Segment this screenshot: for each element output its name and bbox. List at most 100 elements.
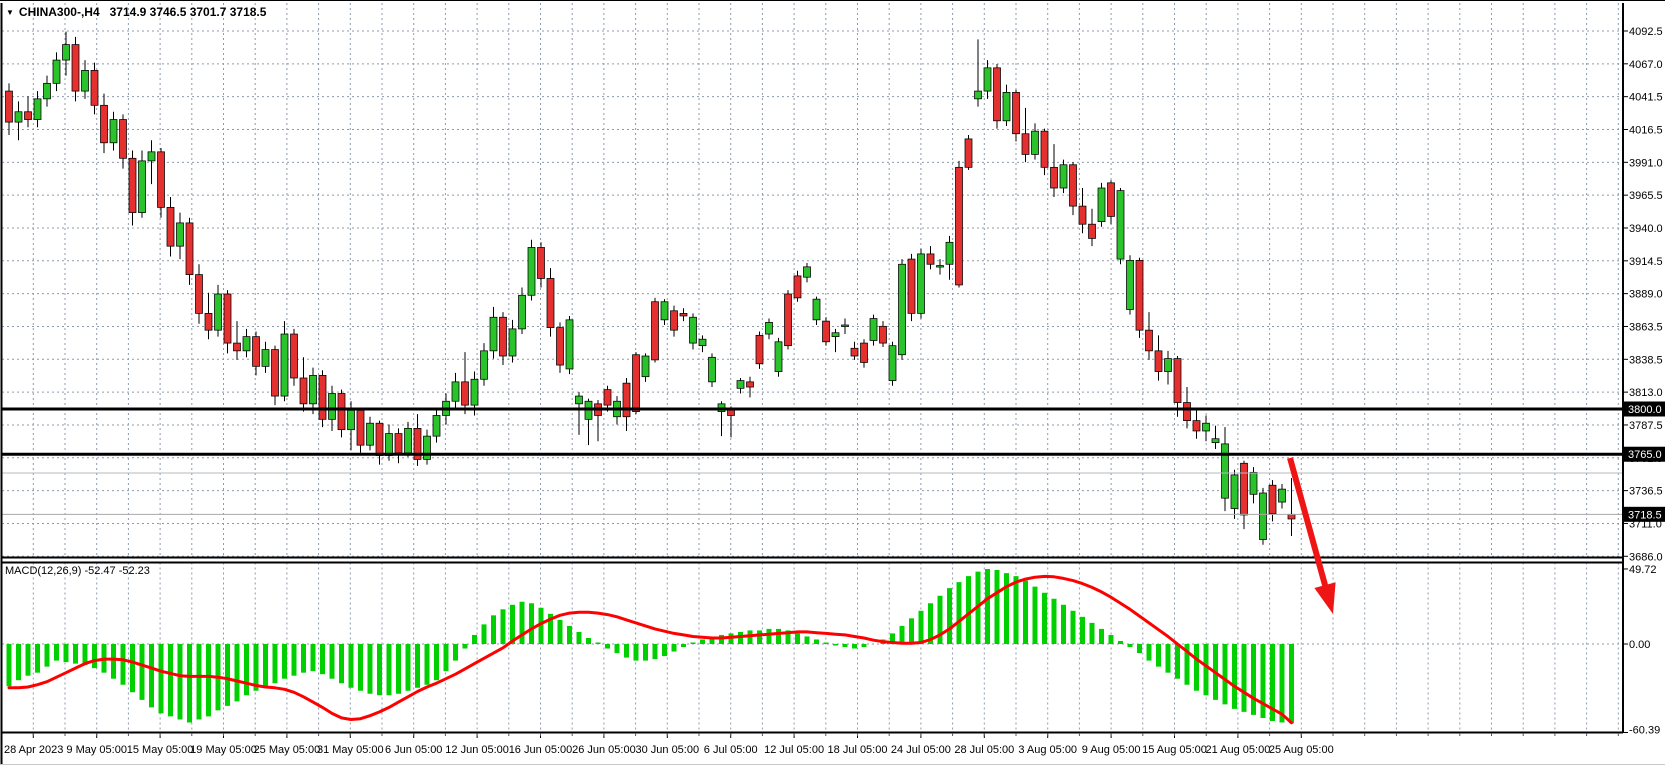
candle-bull (215, 294, 222, 330)
candle-bull (15, 112, 22, 122)
candle-bear (927, 254, 934, 264)
candle-bull (177, 223, 184, 246)
candle-bear (956, 167, 963, 285)
candle-bull (661, 302, 668, 320)
macd-scale-label: 49.72 (1629, 564, 1657, 576)
time-axis-label: 6 Jun 05:00 (385, 744, 443, 756)
price-tick-label: 4092.5 (1629, 26, 1663, 38)
candle-bear (623, 383, 630, 417)
candle-bear (652, 302, 659, 360)
candle-bull (804, 267, 811, 277)
macd-scale-label: 0.00 (1629, 639, 1650, 651)
time-axis-label: 31 May 05:00 (317, 744, 384, 756)
candle-bull (1003, 92, 1010, 120)
price-tick-label: 3686.0 (1629, 551, 1663, 563)
candle-bull (82, 70, 89, 91)
candle-bear (319, 375, 326, 419)
price-badge-label: 3800.0 (1628, 404, 1662, 416)
candle-bear (253, 337, 260, 367)
candle-bull (737, 381, 744, 389)
candle-bull (690, 317, 697, 343)
candle-bear (756, 335, 763, 363)
candle-bull (348, 410, 355, 429)
candle-bear (224, 294, 231, 343)
candle-bear (1241, 463, 1248, 515)
candle-bear (785, 294, 792, 346)
price-tick-label: 3889.0 (1629, 289, 1663, 301)
candle-bear (25, 112, 32, 120)
candle-bear (908, 259, 915, 313)
candle-bull (937, 266, 944, 268)
price-tick-label: 4041.5 (1629, 92, 1663, 104)
candle-bear (291, 334, 298, 378)
candle-bear (823, 321, 830, 342)
candle-bear (234, 343, 241, 351)
price-tick-label: 3914.5 (1629, 256, 1663, 268)
candle-bull (424, 436, 431, 459)
time-axis-label: 15 Aug 05:00 (1142, 744, 1207, 756)
candle-bull (1212, 439, 1219, 443)
candle-bear (1070, 165, 1077, 206)
candle-bull (1117, 191, 1124, 259)
candle-bull (481, 351, 488, 379)
candle-bull (1279, 489, 1286, 502)
price-tick-label: 4067.0 (1629, 59, 1663, 71)
candle-bear (1051, 167, 1058, 188)
time-axis-label: 21 Aug 05:00 (1205, 744, 1270, 756)
chart-window: ▼CHINA300-,H43714.9 3746.5 3701.7 3718.5… (0, 0, 1665, 765)
time-axis-label: 30 Jun 05:00 (635, 744, 699, 756)
candle-bull (1032, 131, 1039, 154)
time-axis-label: 9 May 05:00 (66, 744, 127, 756)
candle-bear (120, 120, 127, 159)
candle-bull (63, 45, 70, 61)
candle-bear (72, 45, 79, 92)
symbol-dropdown-icon[interactable]: ▼ (6, 8, 14, 17)
price-tick-label: 3991.0 (1629, 157, 1663, 169)
candle-bear (395, 434, 402, 453)
candle-bull (405, 428, 412, 453)
candle-bear (338, 393, 345, 429)
candle-bear (604, 390, 611, 406)
candle-bull (918, 254, 925, 313)
time-axis-label: 28 Jul 05:00 (954, 744, 1014, 756)
price-tick-label: 3736.5 (1629, 486, 1663, 498)
candle-bull (34, 99, 41, 120)
candle-bear (671, 311, 678, 330)
candle-bull (367, 423, 374, 445)
candle-bear (1022, 134, 1029, 155)
candle-bull (281, 334, 288, 396)
chart-canvas[interactable]: 4092.54067.04041.54016.53991.03965.53940… (0, 1, 1665, 765)
candle-bear (1013, 92, 1020, 133)
candle-bear (1184, 403, 1191, 421)
time-axis-label: 28 Apr 2023 (4, 744, 63, 756)
candle-bear (557, 328, 564, 365)
candle-bear (300, 378, 307, 404)
candle-bull (1060, 165, 1067, 188)
candle-bear (1136, 260, 1143, 330)
chart-background (0, 1, 1665, 765)
candle-bull (946, 242, 953, 264)
candle-bull (975, 91, 982, 99)
time-axis-label: 16 Jun 05:00 (509, 744, 573, 756)
candle-bear (1079, 206, 1086, 224)
price-badge-label: 3765.0 (1628, 449, 1662, 461)
candle-bear (196, 275, 203, 314)
time-axis-label: 24 Jul 05:00 (891, 744, 951, 756)
time-axis-label: 26 Jun 05:00 (572, 744, 636, 756)
time-axis-label: 25 Aug 05:00 (1269, 744, 1334, 756)
price-tick-label: 4016.5 (1629, 124, 1663, 136)
candle-bear (129, 158, 136, 212)
candle-bull (813, 299, 820, 320)
time-axis-label: 9 Aug 05:00 (1082, 744, 1141, 756)
candle-bear (376, 423, 383, 455)
candle-bull (53, 60, 60, 83)
candle-bear (1288, 514, 1295, 519)
candle-bull (642, 356, 649, 377)
candle-bull (709, 357, 716, 382)
price-tick-label: 3787.5 (1629, 420, 1663, 432)
time-axis-label: 6 Jul 05:00 (704, 744, 758, 756)
candle-bull (1127, 260, 1134, 309)
candle-bull (870, 319, 877, 341)
time-axis-label: 18 Jul 05:00 (828, 744, 888, 756)
candle-bull (766, 322, 773, 334)
